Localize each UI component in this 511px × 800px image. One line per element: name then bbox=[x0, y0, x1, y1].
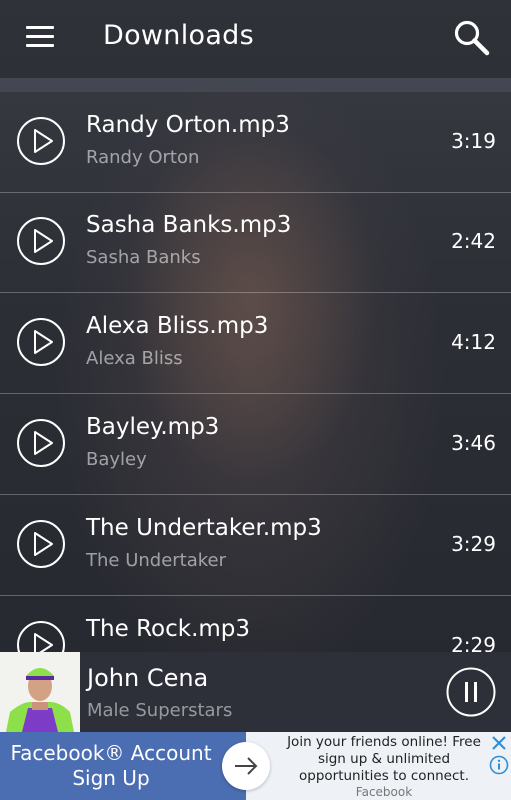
track-row[interactable]: The Undertaker.mp3 The Undertaker 3:29 bbox=[0, 495, 511, 596]
album-art bbox=[0, 652, 80, 732]
now-playing-category: Male Superstars bbox=[87, 700, 233, 721]
now-playing-bar[interactable]: John Cena Male Superstars bbox=[0, 652, 511, 732]
ad-headline[interactable]: Facebook® Account Sign Up bbox=[0, 732, 222, 800]
track-name: Alexa Bliss.mp3 bbox=[86, 313, 269, 339]
pause-icon[interactable] bbox=[446, 667, 496, 717]
track-name: The Undertaker.mp3 bbox=[86, 515, 322, 541]
ad-body-text: Join your friends online! Free sign up &… bbox=[287, 734, 481, 784]
page-title: Downloads bbox=[103, 20, 254, 51]
track-artist: Bayley bbox=[86, 449, 147, 470]
hamburger-menu-icon[interactable] bbox=[26, 26, 54, 48]
track-row[interactable]: Randy Orton.mp3 Randy Orton 3:19 bbox=[0, 92, 511, 193]
play-icon[interactable] bbox=[16, 519, 66, 569]
track-artist: Sasha Banks bbox=[86, 247, 201, 268]
header-divider bbox=[0, 78, 511, 92]
play-icon[interactable] bbox=[16, 317, 66, 367]
track-artist: Randy Orton bbox=[86, 147, 200, 168]
track-row[interactable]: Alexa Bliss.mp3 Alexa Bliss 4:12 bbox=[0, 293, 511, 394]
search-icon[interactable] bbox=[452, 18, 492, 58]
track-name: The Rock.mp3 bbox=[86, 616, 251, 642]
arrow-right-icon[interactable] bbox=[222, 742, 270, 790]
ad-headline-line1: Facebook® Account bbox=[10, 741, 212, 765]
info-icon[interactable] bbox=[489, 755, 509, 775]
track-name: Bayley.mp3 bbox=[86, 414, 220, 440]
track-name: Sasha Banks.mp3 bbox=[86, 212, 292, 238]
track-row[interactable]: Bayley.mp3 Bayley 3:46 bbox=[0, 394, 511, 495]
ad-brand: Facebook bbox=[355, 785, 413, 799]
ad-banner[interactable]: Facebook® Account Sign Up Join your frie… bbox=[0, 732, 511, 800]
track-name: Randy Orton.mp3 bbox=[86, 112, 290, 138]
track-artist: Alexa Bliss bbox=[86, 348, 183, 369]
play-icon[interactable] bbox=[16, 216, 66, 266]
track-artist: The Undertaker bbox=[86, 550, 227, 571]
play-icon[interactable] bbox=[16, 116, 66, 166]
now-playing-title: John Cena bbox=[87, 664, 209, 692]
play-icon[interactable] bbox=[16, 418, 66, 468]
ad-headline-line2: Sign Up bbox=[72, 766, 150, 790]
close-icon[interactable] bbox=[490, 734, 508, 752]
track-duration: 3:46 bbox=[451, 431, 496, 455]
track-duration: 3:19 bbox=[451, 129, 496, 153]
track-row[interactable]: Sasha Banks.mp3 Sasha Banks 2:42 bbox=[0, 192, 511, 293]
ad-arrow-container bbox=[222, 732, 270, 800]
app-header: Downloads bbox=[0, 0, 511, 78]
track-duration: 3:29 bbox=[451, 532, 496, 556]
track-duration: 4:12 bbox=[451, 330, 496, 354]
track-duration: 2:42 bbox=[451, 229, 496, 253]
